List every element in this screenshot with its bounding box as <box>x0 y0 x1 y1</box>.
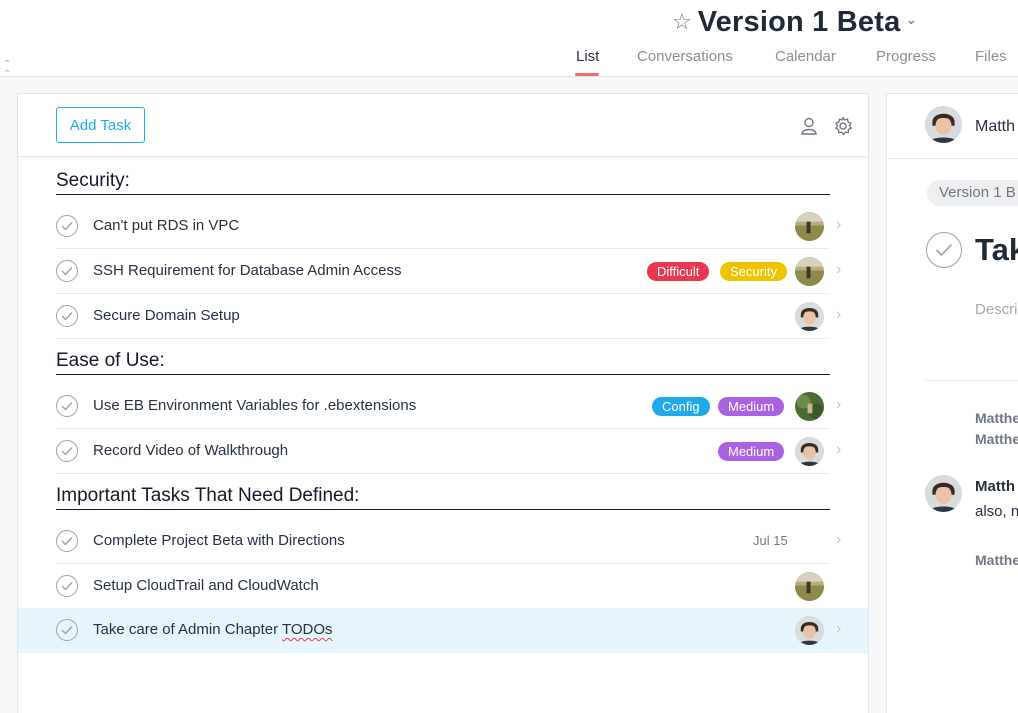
task-row[interactable]: Setup CloudTrail and CloudWatch <box>18 564 868 609</box>
project-pill[interactable]: Version 1 B <box>927 180 1018 206</box>
check-icon[interactable] <box>56 575 78 597</box>
description-field[interactable]: Descri <box>975 301 1018 318</box>
chevron-right-icon[interactable]: › <box>836 620 841 638</box>
project-title-group[interactable]: ☆ Version 1 Beta ⌄ <box>672 4 917 40</box>
task-name[interactable]: SSH Requirement for Database Admin Acces… <box>93 262 401 279</box>
chevron-right-icon[interactable]: › <box>836 531 841 549</box>
assignee-avatar[interactable] <box>795 572 824 601</box>
task-name[interactable]: Secure Domain Setup <box>93 307 240 324</box>
task-list-panel: Add Task Security: Can't put RDS in VPC … <box>18 94 868 713</box>
star-icon[interactable]: ☆ <box>672 11 692 33</box>
check-icon[interactable] <box>56 440 78 462</box>
check-icon[interactable] <box>56 619 78 641</box>
project-header: ⌃ ⌃ ☆ Version 1 Beta ⌄ List Conversations… <box>0 0 1018 80</box>
tab-list[interactable]: List <box>576 48 599 65</box>
check-icon[interactable] <box>56 395 78 417</box>
chevron-right-icon[interactable]: › <box>836 306 841 324</box>
task-row[interactable]: Complete Project Beta with Directions Ju… <box>18 519 868 564</box>
assignee-avatar[interactable] <box>925 106 962 143</box>
tag-security[interactable]: Security <box>720 262 787 281</box>
section-header-ease-of-use[interactable]: Ease of Use: <box>56 350 830 375</box>
activity-entry: Matthe <box>975 552 1018 568</box>
tab-conversations[interactable]: Conversations <box>637 48 733 65</box>
check-icon[interactable] <box>56 260 78 282</box>
tab-files[interactable]: Files <box>975 48 1007 65</box>
tag-config[interactable]: Config <box>652 397 710 416</box>
task-name-input[interactable]: Take care of Admin Chapter TODOs <box>93 621 333 638</box>
assignee-avatar[interactable] <box>795 437 824 466</box>
detail-header: Matth <box>887 94 1018 159</box>
gear-icon[interactable] <box>833 116 853 136</box>
task-row[interactable]: Use EB Environment Variables for .ebexte… <box>18 384 868 429</box>
check-icon[interactable] <box>56 305 78 327</box>
comment-text: also, n <box>975 503 1018 520</box>
project-tabs: List Conversations Calendar Progress Fil… <box>0 48 1018 76</box>
chevron-down-icon[interactable]: ⌄ <box>905 11 917 28</box>
detail-task-title[interactable]: Tak <box>975 232 1018 268</box>
assignee-avatar[interactable] <box>795 392 824 421</box>
detail-divider <box>925 380 1018 381</box>
active-tab-indicator <box>575 73 599 76</box>
assignee-avatar[interactable] <box>795 302 824 331</box>
assignee-name[interactable]: Matth <box>975 118 1015 136</box>
check-icon[interactable] <box>56 530 78 552</box>
tag-medium[interactable]: Medium <box>718 397 785 416</box>
task-name-text: Take care of Admin Chapter <box>93 621 282 638</box>
chevron-right-icon[interactable]: › <box>836 216 841 234</box>
task-name[interactable]: Complete Project Beta with Directions <box>93 532 345 549</box>
task-name[interactable]: Setup CloudTrail and CloudWatch <box>93 577 319 594</box>
due-date[interactable]: Jul 15 <box>753 533 788 548</box>
comment-avatar[interactable] <box>925 475 962 512</box>
task-detail-pane: Matth Version 1 B Tak Descri Matthe Matt… <box>887 94 1018 713</box>
spellcheck-flagged-word: TODOs <box>282 621 333 638</box>
task-row[interactable]: SSH Requirement for Database Admin Acces… <box>18 249 868 294</box>
row-divider <box>56 338 830 339</box>
tab-progress[interactable]: Progress <box>876 48 936 65</box>
person-icon[interactable] <box>799 116 819 136</box>
tag-difficult[interactable]: Difficult <box>647 262 710 281</box>
check-icon[interactable] <box>56 215 78 237</box>
task-row[interactable]: Can't put RDS in VPC › <box>18 204 868 249</box>
check-icon[interactable] <box>926 232 962 268</box>
task-row[interactable]: Secure Domain Setup › <box>18 294 868 339</box>
row-divider <box>56 473 830 474</box>
comment-author[interactable]: Matth <box>975 478 1015 495</box>
project-title: Version 1 Beta <box>697 5 901 38</box>
tab-calendar[interactable]: Calendar <box>775 48 836 65</box>
section-header-security[interactable]: Security: <box>56 170 830 195</box>
task-name[interactable]: Record Video of Walkthrough <box>93 442 288 459</box>
tag-medium[interactable]: Medium <box>718 442 785 461</box>
activity-entry: Matthe <box>975 410 1018 426</box>
section-header-important-tasks[interactable]: Important Tasks That Need Defined: <box>56 485 830 510</box>
add-task-button[interactable]: Add Task <box>56 107 145 143</box>
task-name[interactable]: Use EB Environment Variables for .ebexte… <box>93 397 416 414</box>
assignee-avatar[interactable] <box>795 616 824 645</box>
assignee-avatar[interactable] <box>795 257 824 286</box>
chevron-right-icon[interactable]: › <box>836 396 841 414</box>
activity-entry: Matthe <box>975 431 1018 447</box>
task-row[interactable]: Record Video of Walkthrough Medium › <box>18 429 868 474</box>
list-toolbar: Add Task <box>18 94 868 157</box>
chevron-right-icon[interactable]: › <box>836 441 841 459</box>
assignee-avatar[interactable] <box>795 212 824 241</box>
chevron-right-icon[interactable]: › <box>836 261 841 279</box>
task-name[interactable]: Can't put RDS in VPC <box>93 217 239 234</box>
task-row-selected[interactable]: Take care of Admin Chapter TODOs › <box>18 608 868 653</box>
